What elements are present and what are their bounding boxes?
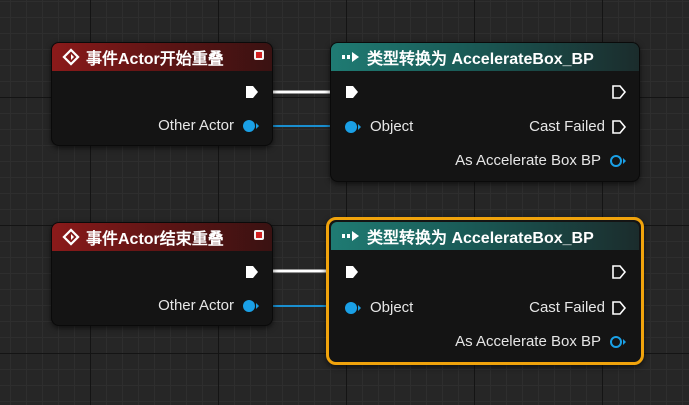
as-pin-row: As Accelerate Box BP — [455, 152, 627, 169]
object-pin-icon — [243, 299, 259, 312]
event-diamond-icon — [62, 48, 80, 66]
as-accelerate-box-label: As Accelerate Box BP — [455, 333, 601, 350]
event-node-title: 事件Actor开始重叠 — [86, 51, 224, 68]
cast-failed-pin-row: Cast Failed — [529, 118, 627, 135]
object-pin-label: Object — [370, 118, 414, 135]
as-accelerate-box-label: As Accelerate Box BP — [455, 152, 601, 169]
object-input-pin[interactable] — [344, 301, 362, 315]
cast-failed-label: Cast Failed — [529, 118, 605, 135]
exec-pin-icon — [612, 265, 627, 279]
as-object-output-pin[interactable] — [609, 335, 627, 349]
cast-node-title: 类型转换为 AccelerateBox_BP — [367, 230, 594, 247]
exec-pin-icon — [612, 119, 627, 134]
cast-failed-exec-pin[interactable] — [611, 119, 627, 135]
delegate-pin-icon[interactable] — [254, 50, 264, 60]
cast-failed-exec-pin[interactable] — [611, 300, 627, 316]
exec-output-pin[interactable] — [611, 264, 627, 285]
exec-pin-icon — [612, 300, 627, 315]
object-output-pin[interactable] — [242, 119, 260, 133]
object-pin-icon — [345, 120, 361, 133]
cast-failed-label: Cast Failed — [529, 299, 605, 316]
exec-pin-icon — [612, 85, 627, 99]
cast-failed-pin-row: Cast Failed — [529, 299, 627, 316]
object-pin-row: Object — [344, 118, 413, 135]
object-output-pin[interactable] — [242, 299, 260, 313]
cast-node-header[interactable]: 类型转换为 AccelerateBox_BP — [331, 43, 639, 71]
event-node-title: 事件Actor结束重叠 — [86, 231, 224, 248]
exec-input-pin[interactable] — [344, 264, 360, 285]
other-actor-pin-row: Other Actor — [158, 117, 260, 134]
event-end-overlap-node[interactable]: 事件Actor结束重叠 Other Actor — [51, 222, 273, 326]
as-object-output-pin[interactable] — [609, 154, 627, 168]
cast-node-1[interactable]: 类型转换为 AccelerateBox_BP Object Cast Faile… — [330, 42, 640, 182]
exec-pin-icon — [346, 266, 358, 278]
object-pin-icon — [243, 119, 259, 132]
exec-output-pin[interactable] — [611, 84, 627, 105]
exec-output-pin[interactable] — [244, 84, 260, 105]
exec-pin-icon — [246, 266, 258, 278]
exec-pin-icon — [246, 86, 258, 98]
object-input-pin[interactable] — [344, 120, 362, 134]
object-pin-row: Object — [344, 299, 413, 316]
exec-pin-icon — [346, 86, 358, 98]
cast-node-header[interactable]: 类型转换为 AccelerateBox_BP — [331, 222, 639, 250]
delegate-pin-icon[interactable] — [254, 230, 264, 240]
event-begin-overlap-node[interactable]: 事件Actor开始重叠 Other Actor — [51, 42, 273, 146]
as-pin-row: As Accelerate Box BP — [455, 333, 627, 350]
exec-output-pin[interactable] — [244, 264, 260, 285]
other-actor-label: Other Actor — [158, 297, 234, 314]
exec-input-pin[interactable] — [344, 84, 360, 105]
other-actor-label: Other Actor — [158, 117, 234, 134]
object-pin-icon — [345, 301, 361, 314]
cast-node-2-selected[interactable]: 类型转换为 AccelerateBox_BP Object Cast Faile… — [326, 217, 644, 365]
cast-node-title: 类型转换为 AccelerateBox_BP — [367, 51, 594, 68]
cast-arrow-icon — [341, 50, 361, 64]
event-node-header[interactable]: 事件Actor结束重叠 — [52, 223, 272, 251]
object-pin-icon — [610, 154, 626, 167]
object-pin-icon — [610, 335, 626, 348]
cast-arrow-icon — [341, 229, 361, 243]
other-actor-pin-row: Other Actor — [158, 297, 260, 314]
event-diamond-icon — [62, 228, 80, 246]
event-node-header[interactable]: 事件Actor开始重叠 — [52, 43, 272, 71]
object-pin-label: Object — [370, 299, 414, 316]
